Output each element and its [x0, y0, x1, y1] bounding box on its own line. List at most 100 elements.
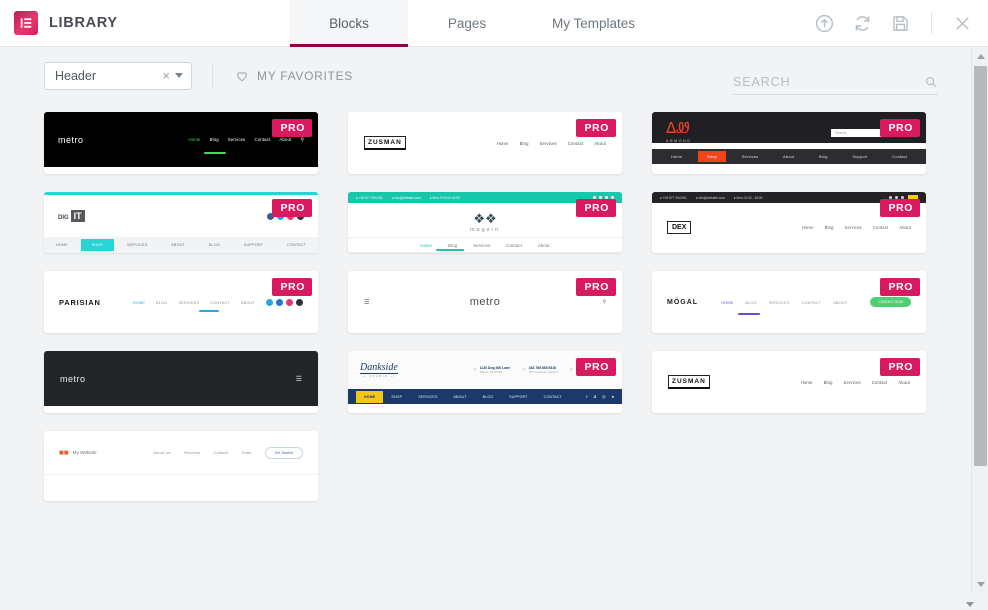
template-card[interactable]: PRO ● +06 877 394 501 ● info@website.com ● …	[652, 192, 926, 253]
template-grid: PRO metro Home Blog Services Contact About ⚲ PRO…	[0, 112, 970, 501]
modal-header: LIBRARY Blocks Pages My Templates	[0, 0, 988, 47]
preview-nav-item: Services	[741, 154, 759, 159]
preview-nav-item: Blog	[823, 379, 833, 385]
template-card[interactable]: PRO ZUSMAN Home Blog Services Contact About	[652, 351, 926, 413]
clear-filter-icon[interactable]: ×	[157, 68, 175, 83]
template-thumbnail: PRO ● +63 977 594 281 ● info@website.com ● …	[348, 192, 622, 253]
tab-my-templates[interactable]: My Templates	[526, 0, 661, 46]
tab-blocks[interactable]: Blocks	[290, 0, 408, 47]
template-card[interactable]: PRO Dankside — STUDIO — ○ 1120 Dog 400 Lane W…	[348, 351, 622, 413]
template-card[interactable]: PRO ☰ metro ⚲	[348, 271, 622, 333]
preview-nav-item: CONTACT	[801, 299, 822, 305]
pro-badge: PRO	[880, 119, 920, 138]
preview-contact-item: ● Mon 01:00 - 18:00	[733, 195, 763, 200]
scrollbar-track[interactable]	[972, 64, 988, 576]
template-card[interactable]: metro ☰	[44, 351, 318, 413]
scroll-down-button[interactable]	[972, 576, 988, 592]
preview-nav-item: SUPPORT	[243, 243, 264, 247]
template-card[interactable]: PRO MÖGAL HOME BLOG SERVICES CONTACT ABOUT CONT…	[652, 271, 926, 333]
pro-badge: PRO	[576, 119, 616, 138]
tab-pages[interactable]: Pages	[408, 0, 526, 46]
chevron-down-icon[interactable]	[175, 73, 183, 78]
preview-info-item: ○ 434 789.658 5316 24/7 Customer Support	[522, 366, 558, 374]
preview-contact-item: ● Mon-Fri 9:00-18:00	[429, 195, 460, 200]
instagram-icon: ◎	[602, 394, 606, 399]
social-icon	[276, 298, 283, 306]
preview-contact-item: ● +06 877 394 501	[660, 195, 687, 200]
pro-badge: PRO	[576, 199, 616, 218]
template-thumbnail: PRO ● +06 877 394 501 ● info@website.com ● …	[652, 192, 926, 251]
preview-cta-button: CONTACT NOW	[870, 297, 911, 307]
preview-nav-item: Home	[800, 379, 813, 385]
template-card[interactable]: PRO ● +63 977 594 281 ● info@website.com ● …	[348, 192, 622, 253]
category-filter-value: Header	[55, 68, 96, 83]
template-card[interactable]: PROᐃᏪARMONDSearch...⚲HomeShopServicesAbo…	[652, 112, 926, 174]
search-input[interactable]	[733, 75, 924, 89]
pro-badge: PRO	[272, 278, 312, 297]
pro-badge: PRO	[880, 358, 920, 377]
sync-icon[interactable]	[852, 13, 873, 34]
preview-nav-item: CONTACT	[210, 299, 230, 305]
preview-nav-item: About	[279, 137, 292, 142]
preview-nav-item: SERVICES	[178, 299, 200, 305]
preview-nav-item: CONTACT	[286, 243, 307, 247]
preview-logo-sub: — STUDIO —	[363, 374, 395, 378]
preview-contact-item: ● info@website.com	[695, 195, 725, 200]
preview-nav: About Us Services Contact Team	[153, 450, 251, 455]
preview-nav-item: HOME	[721, 299, 734, 305]
preview-nav-item: Home	[496, 140, 509, 146]
pro-badge: PRO	[576, 278, 616, 297]
preview-nav-item: Services	[473, 242, 491, 248]
preview-socials	[266, 298, 303, 306]
search-icon: ⚲	[300, 136, 304, 143]
template-thumbnail: PRO ZUSMAN Home Blog Services Contact About	[348, 112, 622, 174]
active-underline	[199, 310, 219, 312]
preview-nav: Home Blog Services Contact About	[802, 225, 911, 230]
preview-nav-item: Blog	[824, 224, 834, 230]
preview-nav-item: Contact	[254, 137, 271, 142]
preview-nav-item: HOME	[55, 243, 68, 247]
bottom-strip	[0, 596, 988, 610]
social-icon	[296, 298, 303, 306]
elementor-logo-icon	[14, 11, 38, 35]
template-card[interactable]: PRO DIG IT HOME SHOP SERVICES ABOUT BLOG SUPPORT…	[44, 192, 318, 253]
close-icon[interactable]	[952, 13, 973, 34]
preview-nav-item: About	[783, 154, 795, 159]
category-filter-select[interactable]: Header ×	[44, 61, 192, 90]
preview-nav-item: Blog	[209, 137, 219, 142]
save-icon[interactable]	[890, 13, 911, 34]
brand: LIBRARY	[0, 0, 290, 46]
my-favorites-button[interactable]: MY FAVORITES	[235, 69, 353, 83]
template-card[interactable]: PRO metro Home Blog Services Contact About ⚲	[44, 112, 318, 174]
preview-logo: MÖGAL	[667, 298, 699, 306]
scrollbar-thumb[interactable]	[974, 66, 987, 466]
facebook-icon: f	[586, 394, 588, 399]
preview-nav-item: Contact	[892, 154, 907, 159]
preview-nav-item: Home	[420, 242, 433, 248]
preview-nav: Home Blog Services Contact About	[189, 137, 292, 142]
preview-nav-item: SERVICES	[126, 243, 148, 247]
preview-nav-item: Services	[844, 224, 862, 230]
preview-nav: Home Blog Services Contact About	[420, 243, 549, 248]
preview-nav-item: About	[899, 224, 911, 230]
scroll-up-button[interactable]	[972, 48, 988, 64]
filter-toolbar: Header × MY FAVORITES	[0, 47, 988, 104]
social-icon	[286, 298, 293, 306]
preview-logo: metro	[469, 296, 501, 308]
preview-nav-item: BLOG	[208, 243, 220, 247]
pro-badge: PRO	[272, 199, 312, 218]
search-icon[interactable]	[924, 75, 938, 89]
preview-logo: ARMOND	[666, 139, 692, 143]
preview-logo: Dankside	[360, 362, 398, 374]
vertical-scrollbar[interactable]	[971, 48, 988, 592]
template-card[interactable]: PRO ZUSMAN Home Blog Services Contact About	[348, 112, 622, 174]
template-card[interactable]: ■■ My Website About Us Services Contact Team G…	[44, 431, 318, 501]
preview-nav: Home Shop Services About Blog Support Contact	[662, 151, 916, 162]
template-grid-scroll[interactable]: PRO metro Home Blog Services Contact About ⚲ PRO…	[0, 104, 970, 596]
preview-nav-item: SHOP	[391, 394, 403, 399]
my-favorites-label: MY FAVORITES	[257, 68, 353, 83]
preview-nav-item: Home	[671, 154, 683, 159]
preview-nav-item: Shop	[698, 151, 726, 162]
template-card[interactable]: PRO PARISIAN HOME BLOG SERVICES CONTACT ABOUT	[44, 271, 318, 333]
upload-icon[interactable]	[814, 13, 835, 34]
